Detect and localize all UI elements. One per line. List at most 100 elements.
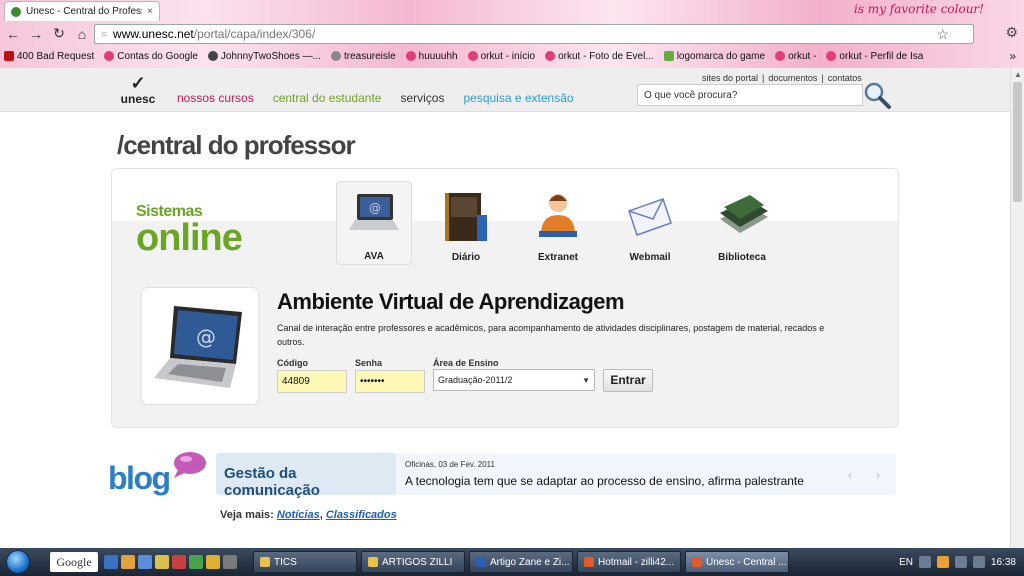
wrench-menu-icon[interactable]: ⚙ — [1005, 24, 1018, 41]
entrar-button[interactable]: Entrar — [603, 369, 653, 392]
magnifier-search-icon[interactable] — [862, 80, 892, 110]
bookmarks-overflow-button[interactable]: » — [1009, 49, 1016, 63]
orkut-icon — [405, 51, 416, 61]
system-diario[interactable]: Diário — [428, 181, 504, 265]
task-label: Hotmail - zilli42... — [598, 556, 675, 568]
taskbar-item-hotmail[interactable]: Hotmail - zilli42... — [577, 551, 681, 573]
bookmark-item[interactable]: orkut - início — [467, 51, 535, 62]
chevron-left-icon[interactable]: ‹ — [848, 468, 852, 482]
taskbar-item-word[interactable]: Artigo Zane e Zi... — [469, 551, 573, 573]
password-label: Senha — [355, 358, 383, 368]
person-icon — [539, 194, 577, 237]
systems-panel: Sistemas online @ AVA Diário Extranet We… — [111, 168, 899, 428]
settings-icon[interactable] — [223, 555, 237, 569]
unesc-logo[interactable]: ✓ unesc — [118, 74, 158, 108]
home-icon[interactable]: ⌂ — [72, 24, 92, 44]
chevron-right-icon[interactable]: › — [876, 468, 880, 482]
logo-text: unesc — [120, 92, 156, 106]
system-webmail[interactable]: Webmail — [612, 181, 688, 265]
address-bar[interactable]: ○ www.unesc.net/portal/capa/index/306/ ☆ — [94, 24, 974, 44]
vertical-scrollbar[interactable]: ▲ — [1010, 68, 1024, 548]
keyboard-icon[interactable] — [918, 556, 931, 568]
blog-logo-text: blog — [108, 460, 171, 496]
logo-line-2: online — [136, 217, 243, 259]
top-links: sites do portal | documentos | contatos — [702, 73, 862, 83]
taskbar-item-unesc[interactable]: Unesc - Central ... — [685, 551, 789, 573]
area-de-ensino-select[interactable]: Graduação-2011/2 ▼ — [433, 369, 595, 391]
main-nav: nossos cursos central do estudante servi… — [177, 91, 574, 105]
bookmark-item[interactable]: logomarca do game — [663, 51, 765, 62]
nav-servicos[interactable]: serviços — [400, 91, 444, 105]
msn-icon[interactable] — [936, 556, 949, 568]
nav-nossos-cursos[interactable]: nossos cursos — [177, 91, 254, 105]
page-title: /central do professor — [117, 130, 356, 160]
tab-title: Unesc - Central do Professo — [26, 6, 143, 17]
system-biblioteca[interactable]: Biblioteca — [704, 181, 780, 265]
link-documentos[interactable]: documentos — [768, 73, 817, 83]
start-button[interactable] — [0, 548, 36, 576]
quick-launch — [104, 555, 237, 569]
link-contatos[interactable]: contatos — [828, 73, 862, 83]
bookmark-item[interactable]: orkut - Foto de Evel... — [545, 51, 654, 62]
nav-pesquisa-e-extensao[interactable]: pesquisa e extensão — [463, 91, 573, 105]
code-input[interactable]: 44809 — [277, 370, 347, 393]
clock[interactable]: 16:38 — [991, 557, 1016, 568]
orkut-icon — [545, 51, 556, 61]
language-indicator[interactable]: EN — [899, 557, 913, 568]
link-noticias[interactable]: Notícias — [277, 509, 320, 521]
orkut-icon — [775, 51, 786, 61]
forward-arrow-icon[interactable]: → — [26, 24, 46, 44]
more-links: Veja mais: Notícias, Classificados — [220, 509, 397, 521]
scrollbar-thumb[interactable] — [1013, 82, 1022, 202]
folder-icon — [368, 557, 378, 567]
system-extranet[interactable]: Extranet — [520, 181, 596, 265]
bookmark-item[interactable]: Contas do Google — [104, 51, 198, 62]
blog-date: Oficinas, 03 de Fev. 2011 — [405, 460, 495, 469]
bookmark-item[interactable]: JohnnyTwoShoes —... — [207, 51, 321, 62]
network-icon[interactable] — [954, 556, 967, 568]
system-ava[interactable]: @ AVA — [336, 181, 412, 265]
password-input[interactable]: ••••••• — [355, 370, 425, 393]
laptop-large-icon: @ — [154, 306, 242, 388]
nav-central-do-estudante[interactable]: central do estudante — [273, 91, 382, 105]
taskbar-item-tics[interactable]: TICS — [253, 551, 357, 573]
tab-close-icon[interactable]: × — [147, 6, 153, 17]
back-arrow-icon[interactable]: ← — [3, 24, 23, 44]
reload-icon[interactable]: ↻ — [49, 24, 69, 44]
blog-headline-link[interactable]: A tecnologia tem que se adaptar ao proce… — [405, 474, 804, 488]
speech-bubble-icon — [174, 452, 206, 478]
chrome-icon — [692, 557, 702, 567]
media-icon[interactable] — [172, 555, 186, 569]
task-label: Artigo Zane e Zi... — [490, 556, 570, 568]
bookmark-item[interactable]: orkut - — [775, 51, 816, 62]
task-label: TICS — [274, 556, 297, 568]
explorer-icon[interactable] — [138, 555, 152, 569]
app-icon[interactable] — [189, 555, 203, 569]
player-icon[interactable] — [206, 555, 220, 569]
desktop-icon[interactable] — [104, 555, 118, 569]
web-page: ✓ unesc nossos cursos central do estudan… — [0, 68, 1010, 548]
orkut-icon — [104, 51, 115, 61]
browser-tab[interactable]: Unesc - Central do Professo × — [4, 1, 160, 21]
bookmark-item[interactable]: treasureisle — [330, 51, 396, 62]
chrome-icon[interactable] — [121, 555, 135, 569]
folder-icon[interactable] — [155, 555, 169, 569]
link-classificados[interactable]: Classificados — [326, 509, 397, 521]
taskbar-item-artigos[interactable]: ARTIGOS ZILLI — [361, 551, 465, 573]
page-icon: ○ — [101, 28, 108, 40]
blog-category[interactable]: Gestão da comunicação — [216, 453, 396, 499]
bookmark-star-icon[interactable]: ☆ — [936, 26, 949, 43]
orkut-icon — [467, 51, 478, 61]
bookmark-item[interactable]: orkut - Perfil de Isa — [826, 51, 923, 62]
bookmark-item[interactable]: 400 Bad Request — [4, 51, 94, 62]
volume-icon[interactable] — [972, 556, 985, 568]
bookmark-item[interactable]: huuuuhh — [405, 51, 458, 62]
system-label: Extranet — [537, 252, 578, 263]
site-header: ✓ unesc nossos cursos central do estudan… — [0, 68, 1010, 112]
site-search-input[interactable]: O que você procura? — [637, 84, 863, 106]
word-icon — [476, 557, 486, 567]
blog-logo[interactable]: blog — [108, 450, 208, 498]
google-search-box[interactable]: Google — [50, 552, 98, 572]
link-sites-do-portal[interactable]: sites do portal — [702, 73, 758, 83]
scroll-up-icon[interactable]: ▲ — [1014, 70, 1022, 79]
